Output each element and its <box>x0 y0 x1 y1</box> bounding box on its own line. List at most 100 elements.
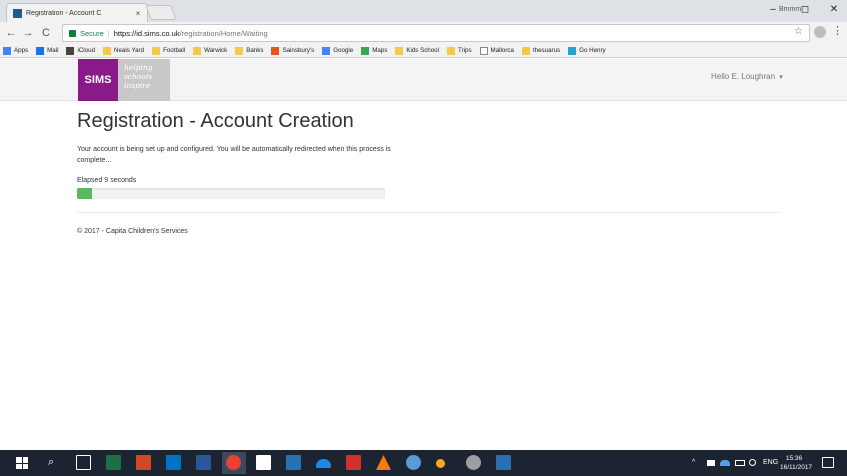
reload-button[interactable]: C <box>39 25 53 41</box>
sims-logo[interactable]: SIMS <box>78 59 118 101</box>
bookmark-icon <box>521 46 530 55</box>
extension-icon[interactable] <box>814 26 826 38</box>
url-host: https://id.sims.co.uk <box>113 28 180 38</box>
word-icon[interactable] <box>196 455 211 470</box>
bookmark-label: Banks <box>246 47 264 54</box>
sims-app-icon[interactable] <box>496 455 511 470</box>
powerpoint-icon[interactable] <box>136 455 151 470</box>
tagline-line: schools <box>124 72 153 81</box>
cloud-icon[interactable] <box>720 460 730 466</box>
forward-button[interactable]: → <box>21 25 35 41</box>
tab-title: Registration - Account C <box>26 9 102 17</box>
status-message: Your account is being set up and configu… <box>77 146 391 164</box>
chevron-down-icon: ▾ <box>779 74 783 81</box>
bookmark-icon <box>395 46 404 55</box>
sims-app-icon[interactable] <box>286 455 301 470</box>
bookmark-label: Football <box>163 47 186 54</box>
windows-start-icon[interactable] <box>16 457 28 469</box>
browser-menu-icon[interactable]: ⋮ <box>832 24 843 37</box>
bookmark-item[interactable]: Apps <box>3 46 29 55</box>
bookmark-label: Kids School <box>406 47 440 54</box>
site-header: SIMS helping schools inspire Hello E. Lo… <box>0 59 847 101</box>
bookmark-item[interactable]: Neals Yard <box>103 46 144 55</box>
excel-icon[interactable] <box>106 455 121 470</box>
bookmark-icon <box>568 46 577 55</box>
bookmark-item[interactable]: iCloud <box>66 46 96 55</box>
bookmark-label: Google <box>333 47 354 54</box>
window-close-button[interactable]: ✕ <box>825 2 843 18</box>
address-bar[interactable]: Secure | https://id.sims.co.uk/registrat… <box>62 24 810 42</box>
bookmark-label: Go Henry <box>579 47 606 54</box>
browser-tab-strip: Registration - Account C × Bmmm – ◻ ✕ <box>0 0 847 22</box>
bookmark-label: Apps <box>14 47 29 54</box>
bookmark-icon <box>66 46 75 55</box>
bookmark-label: Trips <box>458 47 472 54</box>
bookmark-icon <box>361 46 370 55</box>
sims-tagline: helping schools inspire <box>118 59 170 101</box>
taskbar: ⌕ ^ ENG 15:36 16/11/2017 <box>0 450 847 476</box>
bookmark-item[interactable]: Sainsbury's <box>271 46 315 55</box>
divider <box>77 212 780 213</box>
elapsed-prefix: Elapsed <box>77 177 103 184</box>
minimize-button[interactable]: – <box>764 2 782 18</box>
task-view-icon[interactable] <box>76 455 91 470</box>
bookmark-label: Mail <box>47 47 59 54</box>
bookmark-star-icon[interactable]: ☆ <box>794 26 803 37</box>
search-icon[interactable]: ⌕ <box>48 456 54 469</box>
bookmark-item[interactable]: Mallorca <box>479 46 514 55</box>
new-tab-button[interactable] <box>145 5 177 20</box>
browser-toolbar: ← → C Secure | https://id.sims.co.uk/reg… <box>0 22 847 44</box>
bookmark-item[interactable]: Warwick <box>193 46 227 55</box>
bookmark-item[interactable]: Mail <box>36 46 59 55</box>
browser-tab[interactable]: Registration - Account C × <box>6 3 148 22</box>
footer-copyright: © 2017 - Capita Children's Services <box>77 228 188 235</box>
bookmark-label: Sainsbury's <box>282 47 315 54</box>
bookmark-item[interactable]: Google <box>322 46 354 55</box>
user-menu[interactable]: Hello E. Loughran ▾ <box>711 72 783 81</box>
app-icon[interactable] <box>436 459 445 468</box>
page-title: Registration - Account Creation <box>77 110 354 132</box>
bookmark-item[interactable]: thesuarus <box>521 46 561 55</box>
bookmark-label: iCloud <box>77 47 96 54</box>
chrome-icon[interactable] <box>226 455 241 470</box>
elapsed-time: Elapsed 9 seconds <box>77 177 136 184</box>
bookmark-icon <box>152 46 161 55</box>
network-icon[interactable] <box>707 460 715 466</box>
tab-close-icon[interactable]: × <box>133 9 143 18</box>
bookmark-item[interactable]: Banks <box>235 46 264 55</box>
maximize-button[interactable]: ◻ <box>796 2 814 18</box>
battery-icon[interactable] <box>735 460 745 466</box>
bookmark-icon <box>103 46 112 55</box>
bookmark-item[interactable]: Football <box>152 46 186 55</box>
bookmark-item[interactable]: Go Henry <box>568 46 606 55</box>
bookmark-icon <box>447 46 456 55</box>
app-icon[interactable] <box>466 455 481 470</box>
volume-icon[interactable] <box>749 459 756 466</box>
onedrive-icon[interactable] <box>316 459 331 468</box>
app-icon[interactable] <box>406 455 421 470</box>
url-separator: | <box>107 28 110 38</box>
notification-icon[interactable] <box>822 457 834 468</box>
url-path: /registration/Home/Waiting <box>179 28 268 38</box>
clock[interactable]: 15:36 16/11/2017 <box>780 454 813 472</box>
bookmark-icon <box>193 46 202 55</box>
acrobat-icon[interactable] <box>346 455 361 470</box>
elapsed-value: 9 <box>104 177 109 184</box>
bookmark-label: thesuarus <box>532 47 561 54</box>
bookmark-label: Mallorca <box>490 47 514 54</box>
progress-fill <box>77 188 93 199</box>
vlc-icon[interactable] <box>376 455 391 470</box>
user-greeting: Hello E. Loughran <box>711 72 776 81</box>
clock-date: 16/11/2017 <box>780 464 813 471</box>
elapsed-suffix: seconds <box>110 177 137 184</box>
bookmark-item[interactable]: Maps <box>361 46 388 55</box>
bookmark-item[interactable]: Trips <box>447 46 472 55</box>
bookmark-label: Maps <box>372 47 388 54</box>
back-button[interactable]: ← <box>4 25 18 41</box>
bookmark-item[interactable]: Kids School <box>395 46 440 55</box>
outlook-icon[interactable] <box>166 455 181 470</box>
lock-icon <box>69 29 76 37</box>
file-icon[interactable] <box>256 455 271 470</box>
tray-expand-icon[interactable]: ^ <box>692 459 695 466</box>
language-indicator[interactable]: ENG <box>763 459 778 466</box>
